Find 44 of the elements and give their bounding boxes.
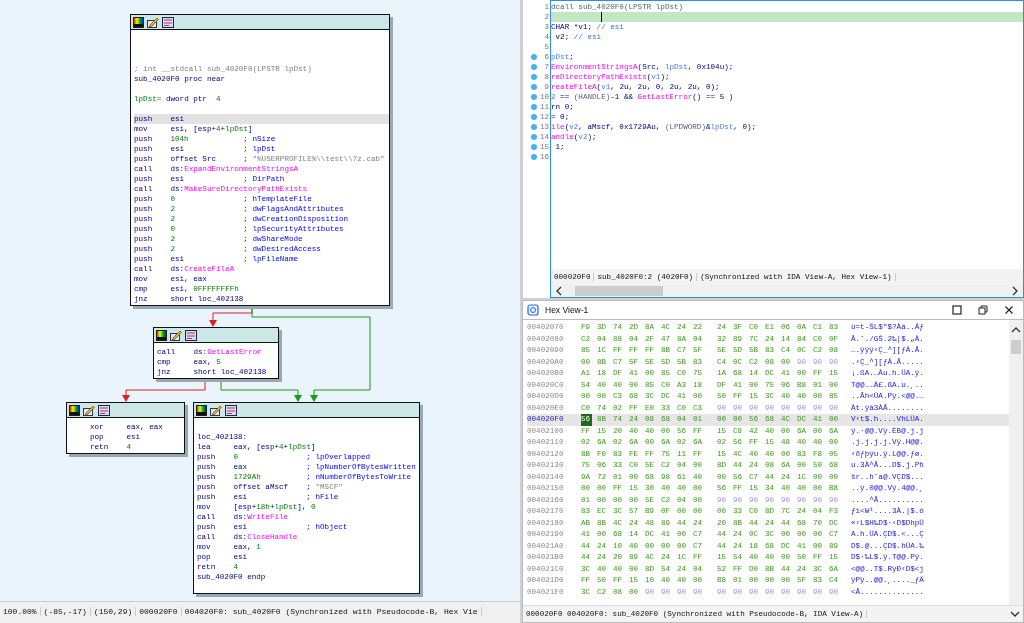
color-palette-icon[interactable] bbox=[156, 329, 167, 341]
code-block[interactable] bbox=[193, 402, 420, 594]
graph-icon[interactable] bbox=[185, 329, 197, 341]
chevron-up-icon[interactable] bbox=[1011, 326, 1021, 334]
breakpoint-dot[interactable] bbox=[531, 144, 537, 150]
breakpoint-dot[interactable] bbox=[531, 104, 537, 110]
breakpoint-dot[interactable] bbox=[531, 54, 537, 60]
maximize-icon bbox=[952, 305, 962, 315]
scrollbar-thumb[interactable] bbox=[575, 286, 663, 296]
vertical-scrollbar[interactable] bbox=[1009, 320, 1023, 605]
pencil-icon[interactable] bbox=[147, 16, 159, 28]
pencil-icon[interactable] bbox=[170, 329, 182, 341]
pencil-icon[interactable] bbox=[83, 404, 95, 416]
chevron-down-icon[interactable] bbox=[1010, 610, 1020, 618]
code-block[interactable] bbox=[130, 14, 390, 306]
graph-icon[interactable] bbox=[98, 404, 110, 416]
pencil-icon[interactable] bbox=[210, 404, 222, 416]
color-palette-icon[interactable] bbox=[69, 404, 80, 416]
status-field: (-85,-17) bbox=[40, 606, 91, 616]
chevron-left-icon[interactable] bbox=[555, 286, 563, 296]
window-icon bbox=[527, 304, 539, 316]
horizontal-scrollbar[interactable] bbox=[551, 285, 1023, 297]
breakpoint-dot[interactable] bbox=[531, 114, 537, 120]
breakpoint-dot[interactable] bbox=[531, 124, 537, 130]
status-field: 100.00% bbox=[0, 606, 41, 616]
breakpoint-dot[interactable] bbox=[531, 64, 537, 70]
breakpoint-dot[interactable] bbox=[531, 154, 537, 160]
breakpoint-dot[interactable] bbox=[531, 84, 537, 90]
scrollbar-thumb[interactable] bbox=[1011, 340, 1021, 354]
graph-icon[interactable] bbox=[162, 16, 174, 28]
status-field: (150,29) bbox=[90, 606, 137, 616]
status-field: 004020F0: sub_4020F0 (Synchronized with Pseudocode-B, Hex Vie bbox=[181, 606, 482, 616]
breakpoint-dot[interactable] bbox=[531, 134, 537, 140]
graph-icon[interactable] bbox=[225, 404, 237, 416]
restore-icon bbox=[978, 305, 988, 315]
window-title: Hex View-1 bbox=[545, 305, 589, 315]
color-palette-icon[interactable] bbox=[196, 404, 207, 416]
breakpoint-dot[interactable] bbox=[531, 74, 537, 80]
text-cursor bbox=[601, 12, 602, 22]
chevron-right-icon[interactable] bbox=[1011, 286, 1019, 296]
close-icon bbox=[1004, 305, 1014, 315]
breakpoint-dot[interactable] bbox=[531, 94, 537, 100]
status-field: 000020F0 bbox=[136, 606, 182, 616]
color-palette-icon[interactable] bbox=[133, 16, 144, 28]
